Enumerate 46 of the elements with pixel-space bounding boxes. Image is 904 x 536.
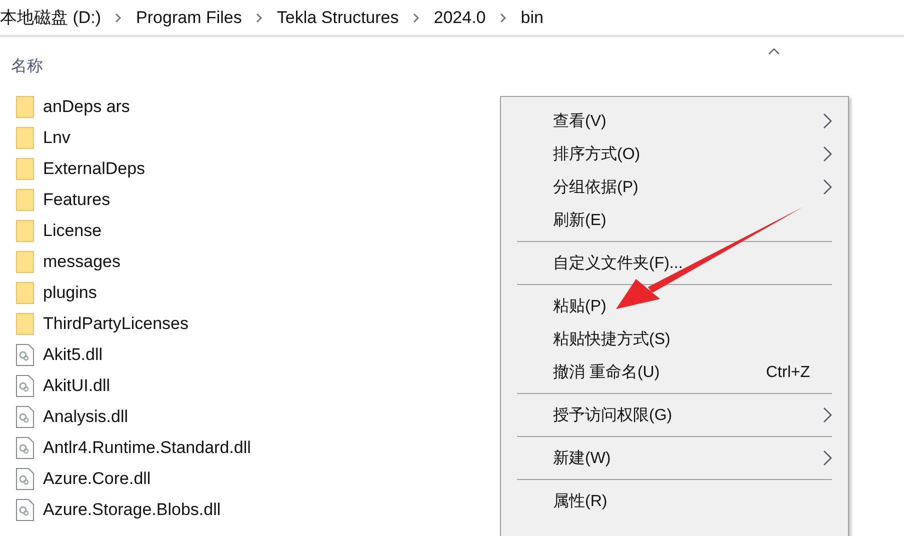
menu-item[interactable]: 排序方式(O) xyxy=(501,138,848,171)
folder-icon xyxy=(16,126,34,148)
file-gear-icon xyxy=(16,374,34,396)
file-name[interactable]: ThirdPartyLicenses xyxy=(43,314,189,334)
column-header[interactable]: 名称 xyxy=(11,56,43,76)
file-name[interactable]: Antlr4.Runtime.Standard.dll xyxy=(43,438,251,458)
file-name[interactable]: AkitUI.dll xyxy=(43,376,110,396)
folder-icon xyxy=(16,250,34,272)
menu-item[interactable]: 粘贴(P) xyxy=(501,290,848,323)
breadcrumb-item[interactable]: bin xyxy=(520,8,544,28)
menu-item[interactable]: 撤消 重命名(U) Ctrl+Z xyxy=(501,356,848,389)
menu-item[interactable]: 粘贴快捷方式(S) xyxy=(501,323,848,356)
file-name[interactable]: messages xyxy=(43,252,120,272)
file-name[interactable]: ExternalDeps xyxy=(43,158,146,178)
folder-icon xyxy=(16,312,34,334)
file-name[interactable]: Features xyxy=(43,190,110,210)
menu-item[interactable]: 新建(W) xyxy=(501,442,848,475)
file-name[interactable]: Azure.Core.dll xyxy=(43,468,151,488)
menu-item[interactable]: 授予访问权限(G) xyxy=(501,399,848,432)
folder-icon xyxy=(16,158,34,180)
breadcrumb-item[interactable]: 2024.0 xyxy=(434,8,486,28)
sort-icon xyxy=(768,47,780,55)
file-name[interactable]: anDeps ars xyxy=(43,96,130,116)
folder-icon xyxy=(16,282,34,304)
file-gear-icon xyxy=(16,344,34,366)
file-gear-icon xyxy=(16,468,34,490)
file-name[interactable]: Analysis.dll xyxy=(43,406,128,426)
file-gear-icon xyxy=(16,436,34,458)
menu-item[interactable]: 自定义文件夹(F)... xyxy=(501,247,848,280)
menu-item[interactable]: 刷新(E) xyxy=(501,204,848,237)
file-name[interactable]: Akit5.dll xyxy=(43,344,103,364)
folder-icon xyxy=(16,220,34,242)
file-name[interactable]: License xyxy=(43,220,102,240)
menu-item[interactable]: 查看(V) xyxy=(501,105,848,138)
breadcrumb-item[interactable]: 本地磁盘 (D:) xyxy=(0,6,102,29)
breadcrumb-item[interactable]: Program Files xyxy=(136,8,242,28)
menu-item[interactable]: 属性(R) xyxy=(501,485,848,518)
folder-icon xyxy=(16,188,34,210)
file-gear-icon xyxy=(16,406,34,428)
file-name[interactable]: Lnv xyxy=(43,128,70,148)
breadcrumb-item[interactable]: Tekla Structures xyxy=(276,8,399,28)
file-name[interactable]: Azure.Storage.Blobs.dll xyxy=(43,500,221,520)
folder-icon xyxy=(16,96,34,118)
file-gear-icon xyxy=(16,498,34,520)
menu-item[interactable]: 分组依据(P) xyxy=(501,171,848,204)
file-name[interactable]: plugins xyxy=(43,282,97,302)
